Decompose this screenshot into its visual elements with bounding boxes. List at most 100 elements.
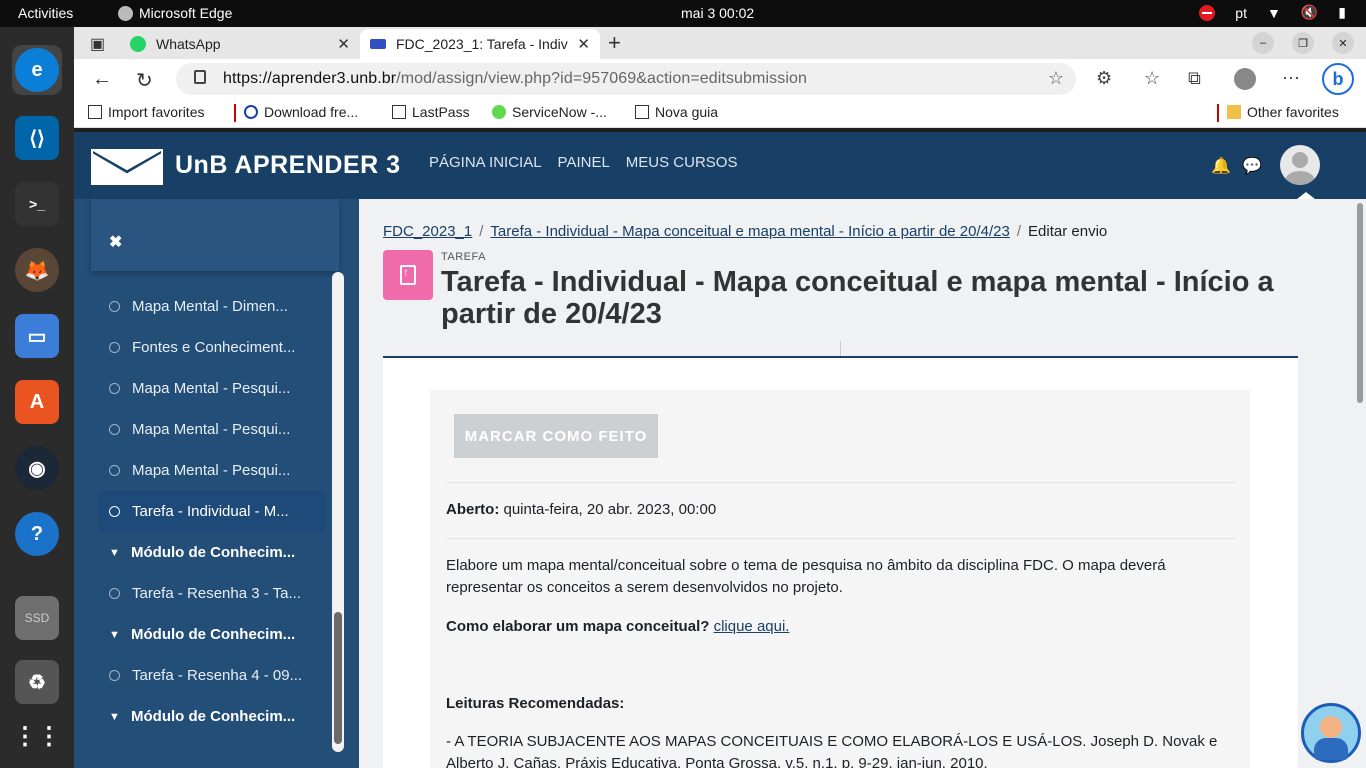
drawer-section[interactable]: ▼ Módulo de Conhecim...: [99, 532, 325, 573]
completion-circle-icon: [109, 506, 120, 517]
bing-chat-icon[interactable]: b: [1322, 63, 1354, 95]
activity-panel: MARCAR COMO FEITO Aberto: quinta-feira, …: [430, 390, 1250, 768]
fav-lastpass[interactable]: LastPass: [392, 104, 470, 120]
site-header: UnB APRENDER 3 PÁGINA INICIAL PAINEL MEU…: [74, 132, 1366, 199]
dock-item-edge[interactable]: e: [12, 45, 62, 95]
back-button[interactable]: ←: [92, 68, 112, 91]
clock[interactable]: mai 3 00:02: [681, 5, 754, 21]
drawer-item[interactable]: Fontes e Conheciment...: [99, 327, 325, 368]
favorites-bar: Import favorites Download fre... LastPas…: [74, 99, 1366, 128]
close-window-button[interactable]: ✕: [1332, 32, 1354, 54]
tab-actions-icon[interactable]: ▣: [90, 34, 105, 54]
main-content: FDC_2023_1 / Tarefa - Individual - Mapa co…: [359, 199, 1366, 768]
system-top-bar: Activities Microsoft Edge mai 3 00:02 pt…: [0, 0, 1366, 27]
profile-icon[interactable]: [1234, 68, 1256, 90]
course-index-drawer: ✖ Mapa Mental - Dimen... Fontes e Conhec…: [74, 199, 359, 768]
completion-circle-icon: [109, 588, 120, 599]
breadcrumb-course[interactable]: FDC_2023_1: [383, 223, 472, 240]
howto-link[interactable]: clique aqui.: [714, 618, 790, 635]
divider: [1217, 104, 1219, 122]
drawer-item[interactable]: Mapa Mental - Pesqui...: [99, 409, 325, 450]
scrollbar-thumb[interactable]: [334, 612, 342, 744]
nav-my-courses[interactable]: MEUS CURSOS: [626, 154, 738, 171]
close-tab-icon[interactable]: ✕: [577, 35, 590, 53]
unb-logo[interactable]: [91, 149, 163, 185]
edge-icon: e: [15, 48, 59, 92]
drawer-section[interactable]: ▼ Módulo de Conhecim...: [99, 696, 325, 737]
dock: e ⟨⟩ >_ 🦊 ▭ A ◉ ? SSD ♻ ⋮⋮: [0, 27, 74, 768]
nav-dashboard[interactable]: PAINEL: [558, 154, 610, 171]
dock-item-steam[interactable]: ◉: [12, 443, 62, 493]
close-tab-icon[interactable]: ✕: [337, 35, 350, 53]
breadcrumb-assignment[interactable]: Tarefa - Individual - Mapa conceitual e …: [490, 223, 1009, 240]
activity-type-label: TAREFA: [441, 251, 486, 263]
app-name: Microsoft Edge: [139, 5, 233, 21]
drawer-item-active[interactable]: Tarefa - Individual - M...: [99, 491, 325, 532]
mark-as-done-button[interactable]: MARCAR COMO FEITO: [454, 414, 658, 458]
close-drawer-icon[interactable]: ✖: [109, 232, 122, 252]
files-icon: ▭: [15, 314, 59, 358]
terminal-icon: >_: [15, 182, 59, 226]
breadcrumb-separator: /: [479, 223, 484, 240]
favorites-icon[interactable]: ☆: [1144, 68, 1160, 89]
fav-import-favorites[interactable]: Import favorites: [88, 104, 204, 120]
dock-item-trash[interactable]: ♻: [12, 657, 62, 707]
minimize-button[interactable]: –: [1252, 32, 1274, 54]
drawer-item[interactable]: Tarefa - Resenha 3 - Ta...: [99, 573, 325, 614]
breadcrumb: FDC_2023_1 / Tarefa - Individual - Mapa co…: [383, 223, 1107, 240]
battery-icon[interactable]: ▮: [1338, 4, 1346, 21]
page-scrollbar[interactable]: [1355, 199, 1366, 768]
drawer-item[interactable]: Tarefa - Resenha 4 - 09...: [99, 655, 325, 696]
app-menu[interactable]: Microsoft Edge: [118, 5, 232, 21]
tab-page-icon: [635, 105, 649, 119]
messages-chat-icon[interactable]: 💬: [1242, 156, 1262, 176]
dock-item-app-center[interactable]: A: [12, 377, 62, 427]
fav-download[interactable]: Download fre...: [244, 104, 358, 120]
drawer-item[interactable]: Mapa Mental - Dimen...: [99, 286, 325, 327]
new-tab-button[interactable]: +: [608, 30, 621, 56]
dock-item-gimp[interactable]: 🦊: [12, 245, 62, 295]
dock-item-files[interactable]: ▭: [12, 311, 62, 361]
drawer-item[interactable]: Mapa Mental - Pesqui...: [99, 368, 325, 409]
collections-icon[interactable]: ⧉: [1188, 68, 1201, 89]
more-menu-icon[interactable]: ⋯: [1282, 68, 1300, 89]
user-avatar[interactable]: [1280, 145, 1320, 185]
url-text[interactable]: https://aprender3.unb.br/mod/assign/view…: [223, 70, 807, 88]
add-favorite-icon[interactable]: ☆: [1048, 68, 1064, 89]
description-text: Elabore um mapa mental/conceitual sobre …: [446, 557, 1166, 596]
file-upload-icon: [400, 265, 416, 285]
scrollbar-thumb[interactable]: [1357, 203, 1363, 403]
drawer-section[interactable]: ▼ Módulo de Conhecim...: [99, 614, 325, 655]
dock-item-ssd[interactable]: SSD: [12, 593, 62, 643]
whatsapp-icon: [130, 36, 146, 52]
refresh-button[interactable]: ↻: [136, 68, 153, 93]
drawer-header: ✖: [91, 199, 339, 271]
tab-fdc-assignment[interactable]: FDC_2023_1: Tarefa - Indiv ✕: [360, 29, 600, 59]
dock-item-terminal[interactable]: >_: [12, 179, 62, 229]
wifi-icon[interactable]: ▼: [1267, 5, 1281, 21]
dock-item-help[interactable]: ?: [12, 509, 62, 559]
system-tray[interactable]: pt ▼ 🔇 ▮: [1199, 4, 1346, 21]
restore-button[interactable]: ❐: [1292, 32, 1314, 54]
fav-servicenow[interactable]: ServiceNow -...: [492, 104, 607, 120]
completion-circle-icon: [109, 670, 120, 681]
extensions-icon[interactable]: ⚙: [1096, 68, 1112, 89]
language-indicator[interactable]: pt: [1235, 5, 1247, 21]
fav-nova-guia[interactable]: Nova guia: [635, 104, 718, 120]
activities-button[interactable]: Activities: [18, 5, 73, 21]
chevron-down-icon: ▼: [109, 546, 120, 559]
nav-home[interactable]: PÁGINA INICIAL: [429, 154, 542, 171]
do-not-disturb-icon[interactable]: [1199, 4, 1216, 21]
dock-item-vscode[interactable]: ⟨⟩: [12, 113, 62, 163]
ssd-drive-icon: SSD: [15, 596, 59, 640]
site-brand[interactable]: UnB APRENDER 3: [175, 151, 401, 180]
notifications-bell-icon[interactable]: 🔔: [1211, 156, 1231, 176]
support-assistant-avatar[interactable]: [1301, 703, 1361, 763]
drawer-item[interactable]: Mapa Mental - Pesqui...: [99, 450, 325, 491]
tab-whatsapp[interactable]: WhatsApp ✕: [120, 29, 360, 59]
drawer-scrollbar[interactable]: [332, 272, 344, 752]
fav-other-favorites[interactable]: Other favorites: [1227, 104, 1339, 120]
address-bar[interactable]: https://aprender3.unb.br/mod/assign/view…: [176, 63, 1076, 95]
volume-muted-icon[interactable]: 🔇: [1301, 4, 1318, 21]
show-apps-button[interactable]: ⋮⋮: [12, 711, 62, 761]
